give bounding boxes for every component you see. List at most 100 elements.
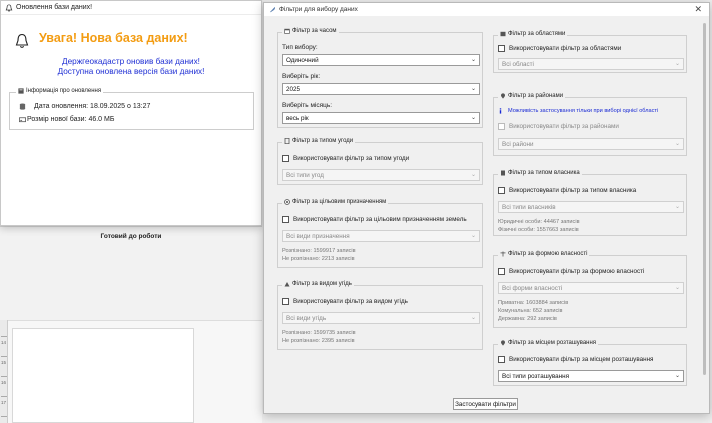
deal-type-filter-title: Фільтр за типом угоди <box>292 138 354 144</box>
drive-icon <box>19 117 26 123</box>
communal-ownership-count: Комунальна: 652 записів <box>498 308 563 314</box>
year-select[interactable]: 2025 ⌄ <box>282 83 480 95</box>
land-type-unrecognized-count: Не розпізнано: 2395 записів <box>282 338 355 344</box>
feather-icon <box>269 7 276 13</box>
filters-dialog-titlebar[interactable]: Фільтри для вибору даних <box>264 3 709 16</box>
db-size-row: Розмір нової бази: 46.0 МБ <box>19 116 114 123</box>
bell-icon <box>15 33 29 48</box>
land-type-filter-title: Фільтр за видом угідь <box>292 281 352 287</box>
district-filter-title: Фільтр за районами <box>508 93 564 99</box>
region-filter-title: Фільтр за областями <box>508 31 566 37</box>
checkbox-box[interactable] <box>498 356 505 363</box>
update-heading: Увага! Нова база даних! <box>39 31 188 45</box>
chevron-down-icon: ⌄ <box>674 141 680 147</box>
chevron-down-icon: ⌄ <box>470 115 476 121</box>
purpose-unrecognized-count: Не розпізнано: 2213 записів <box>282 256 355 262</box>
deal-type-select[interactable]: Всі типи угод ⌄ <box>282 169 480 181</box>
deal-type-checkbox[interactable]: Використовувати фільтр за типом угоди <box>282 155 409 162</box>
district-select[interactable]: Всі райони ⌄ <box>498 138 684 150</box>
individuals-count: Фізичні особи: 1557663 записів <box>498 227 579 233</box>
chevron-down-icon: ⌄ <box>674 373 680 379</box>
update-date-row: Дата оновлення: 18.09.2025 о 13:27 <box>19 103 150 110</box>
close-icon[interactable]: ✕ <box>694 5 702 14</box>
legal-persons-count: Юридичні особи: 44467 записів <box>498 219 580 225</box>
building-icon <box>501 170 505 176</box>
filters-dialog: Фільтри для вибору даних ✕ Фільтр за час… <box>263 2 710 414</box>
land-icon <box>284 282 290 287</box>
location-checkbox[interactable]: Використовувати фільтр за місцем розташу… <box>498 356 653 363</box>
ruler-number: 14 <box>1 340 7 345</box>
vertical-scrollbar[interactable] <box>702 23 707 383</box>
purpose-select[interactable]: Всі види призначення ⌄ <box>282 230 480 242</box>
district-checkbox[interactable]: Використовувати фільтр за районами <box>498 123 619 130</box>
time-filter-title: Фільтр за часом <box>292 28 337 34</box>
ruler-number: 16 <box>1 380 7 385</box>
owner-type-checkbox[interactable]: Використовувати фільтр за типом власника <box>498 187 636 194</box>
location-filter-title: Фільтр за місцем розташування <box>508 340 597 346</box>
purpose-filter-group: Фільтр за цільовим призначенням Використ… <box>277 199 483 268</box>
ownership-filter-title: Фільтр за формою власності <box>508 251 588 257</box>
info-icon <box>18 88 24 94</box>
ownership-filter-group: Фільтр за формою власності Використовува… <box>493 251 687 328</box>
state-ownership-count: Державна: 292 записів <box>498 316 557 322</box>
ownership-select[interactable]: Всі форми власності ⌄ <box>498 282 684 294</box>
status-bar: Готовий до роботи <box>0 226 262 320</box>
scale-icon <box>500 251 506 257</box>
filters-dialog-title: Фільтри для вибору даних <box>279 6 358 13</box>
purpose-filter-title: Фільтр за цільовим призначенням <box>292 199 387 205</box>
land-type-checkbox[interactable]: Використовувати фільтр за видом угідь <box>282 298 408 305</box>
region-checkbox[interactable]: Використовувати фільтр за областями <box>498 45 621 52</box>
db-size-text: Розмір нової бази: 46.0 МБ <box>27 116 115 123</box>
month-label: Виберіть місяць: <box>282 102 333 109</box>
checkbox-box[interactable] <box>498 268 505 275</box>
update-date-text: Дата оновлення: 18.09.2025 о 13:27 <box>34 103 151 110</box>
region-filter-group: Фільтр за областями Використовувати філь… <box>493 31 687 73</box>
checkbox-box[interactable] <box>282 155 289 162</box>
chevron-down-icon: ⌄ <box>674 204 680 210</box>
update-window-titlebar[interactable]: Оновлення бази даних! <box>1 1 261 15</box>
checkbox-box[interactable] <box>282 216 289 223</box>
update-info-group: Інформація про оновлення Дата оновлення:… <box>9 88 254 130</box>
selection-type-label: Тип вибору: <box>282 44 318 51</box>
location-select[interactable]: Всі типи розташування ⌄ <box>498 370 684 382</box>
apply-filters-button[interactable]: Застосувати фільтри <box>453 398 518 410</box>
year-label: Виберіть рік: <box>282 73 321 80</box>
owner-type-filter-group: Фільтр за типом власника Використовувати… <box>493 170 687 236</box>
ownership-checkbox[interactable]: Використовувати фільтр за формою власнос… <box>498 268 644 275</box>
ruler-number: 15 <box>1 360 7 365</box>
update-message: Держгеокадастр оновив бази даних! Доступ… <box>1 57 261 77</box>
owner-type-select[interactable]: Всі типи власників ⌄ <box>498 201 684 213</box>
checkbox-box[interactable] <box>498 187 505 194</box>
deal-type-filter-group: Фільтр за типом угоди Використовувати фі… <box>277 138 483 185</box>
update-notification-window: Оновлення бази даних! Увага! Нова база д… <box>0 0 262 226</box>
owner-type-filter-title: Фільтр за типом власника <box>508 170 580 176</box>
target-icon <box>284 199 290 205</box>
checkbox-box[interactable] <box>498 45 505 52</box>
purpose-checkbox[interactable]: Використовувати фільтр за цільовим призн… <box>282 216 467 223</box>
region-select[interactable]: Всі області ⌄ <box>498 58 684 70</box>
chevron-down-icon: ⌄ <box>470 57 476 63</box>
update-message-line-1: Держгеокадастр оновив бази даних! <box>62 57 200 66</box>
database-icon <box>19 103 26 110</box>
selection-type-select[interactable]: Одиночний ⌄ <box>282 54 480 66</box>
time-filter-group: Фільтр за часом Тип вибору: Одиночний ⌄ … <box>277 28 483 128</box>
map-icon <box>500 31 506 37</box>
document-page <box>12 328 194 423</box>
chevron-down-icon: ⌄ <box>470 86 476 92</box>
land-type-select[interactable]: Всі види угідь ⌄ <box>282 312 480 324</box>
document-icon <box>284 138 290 144</box>
checkbox-box[interactable] <box>498 123 505 130</box>
district-note: Можливість застосування тільки при вибор… <box>498 108 658 114</box>
private-ownership-count: Приватна: 1603884 записів <box>498 300 569 306</box>
ruler-number: 17 <box>1 400 7 405</box>
purpose-recognized-count: Розпізнано: 1599917 записів <box>282 248 356 254</box>
month-select[interactable]: весь рік ⌄ <box>282 112 480 124</box>
land-type-recognized-count: Розпізнано: 1599735 записів <box>282 330 356 336</box>
update-message-line-2: Доступна оновлена версія бази даних! <box>57 67 205 76</box>
scrollbar-thumb[interactable] <box>703 23 706 375</box>
update-window-title: Оновлення бази даних! <box>16 4 93 11</box>
location-pin-icon <box>501 93 505 99</box>
location-pin-icon <box>501 340 505 346</box>
location-filter-group: Фільтр за місцем розташування Використов… <box>493 340 687 386</box>
checkbox-box[interactable] <box>282 298 289 305</box>
